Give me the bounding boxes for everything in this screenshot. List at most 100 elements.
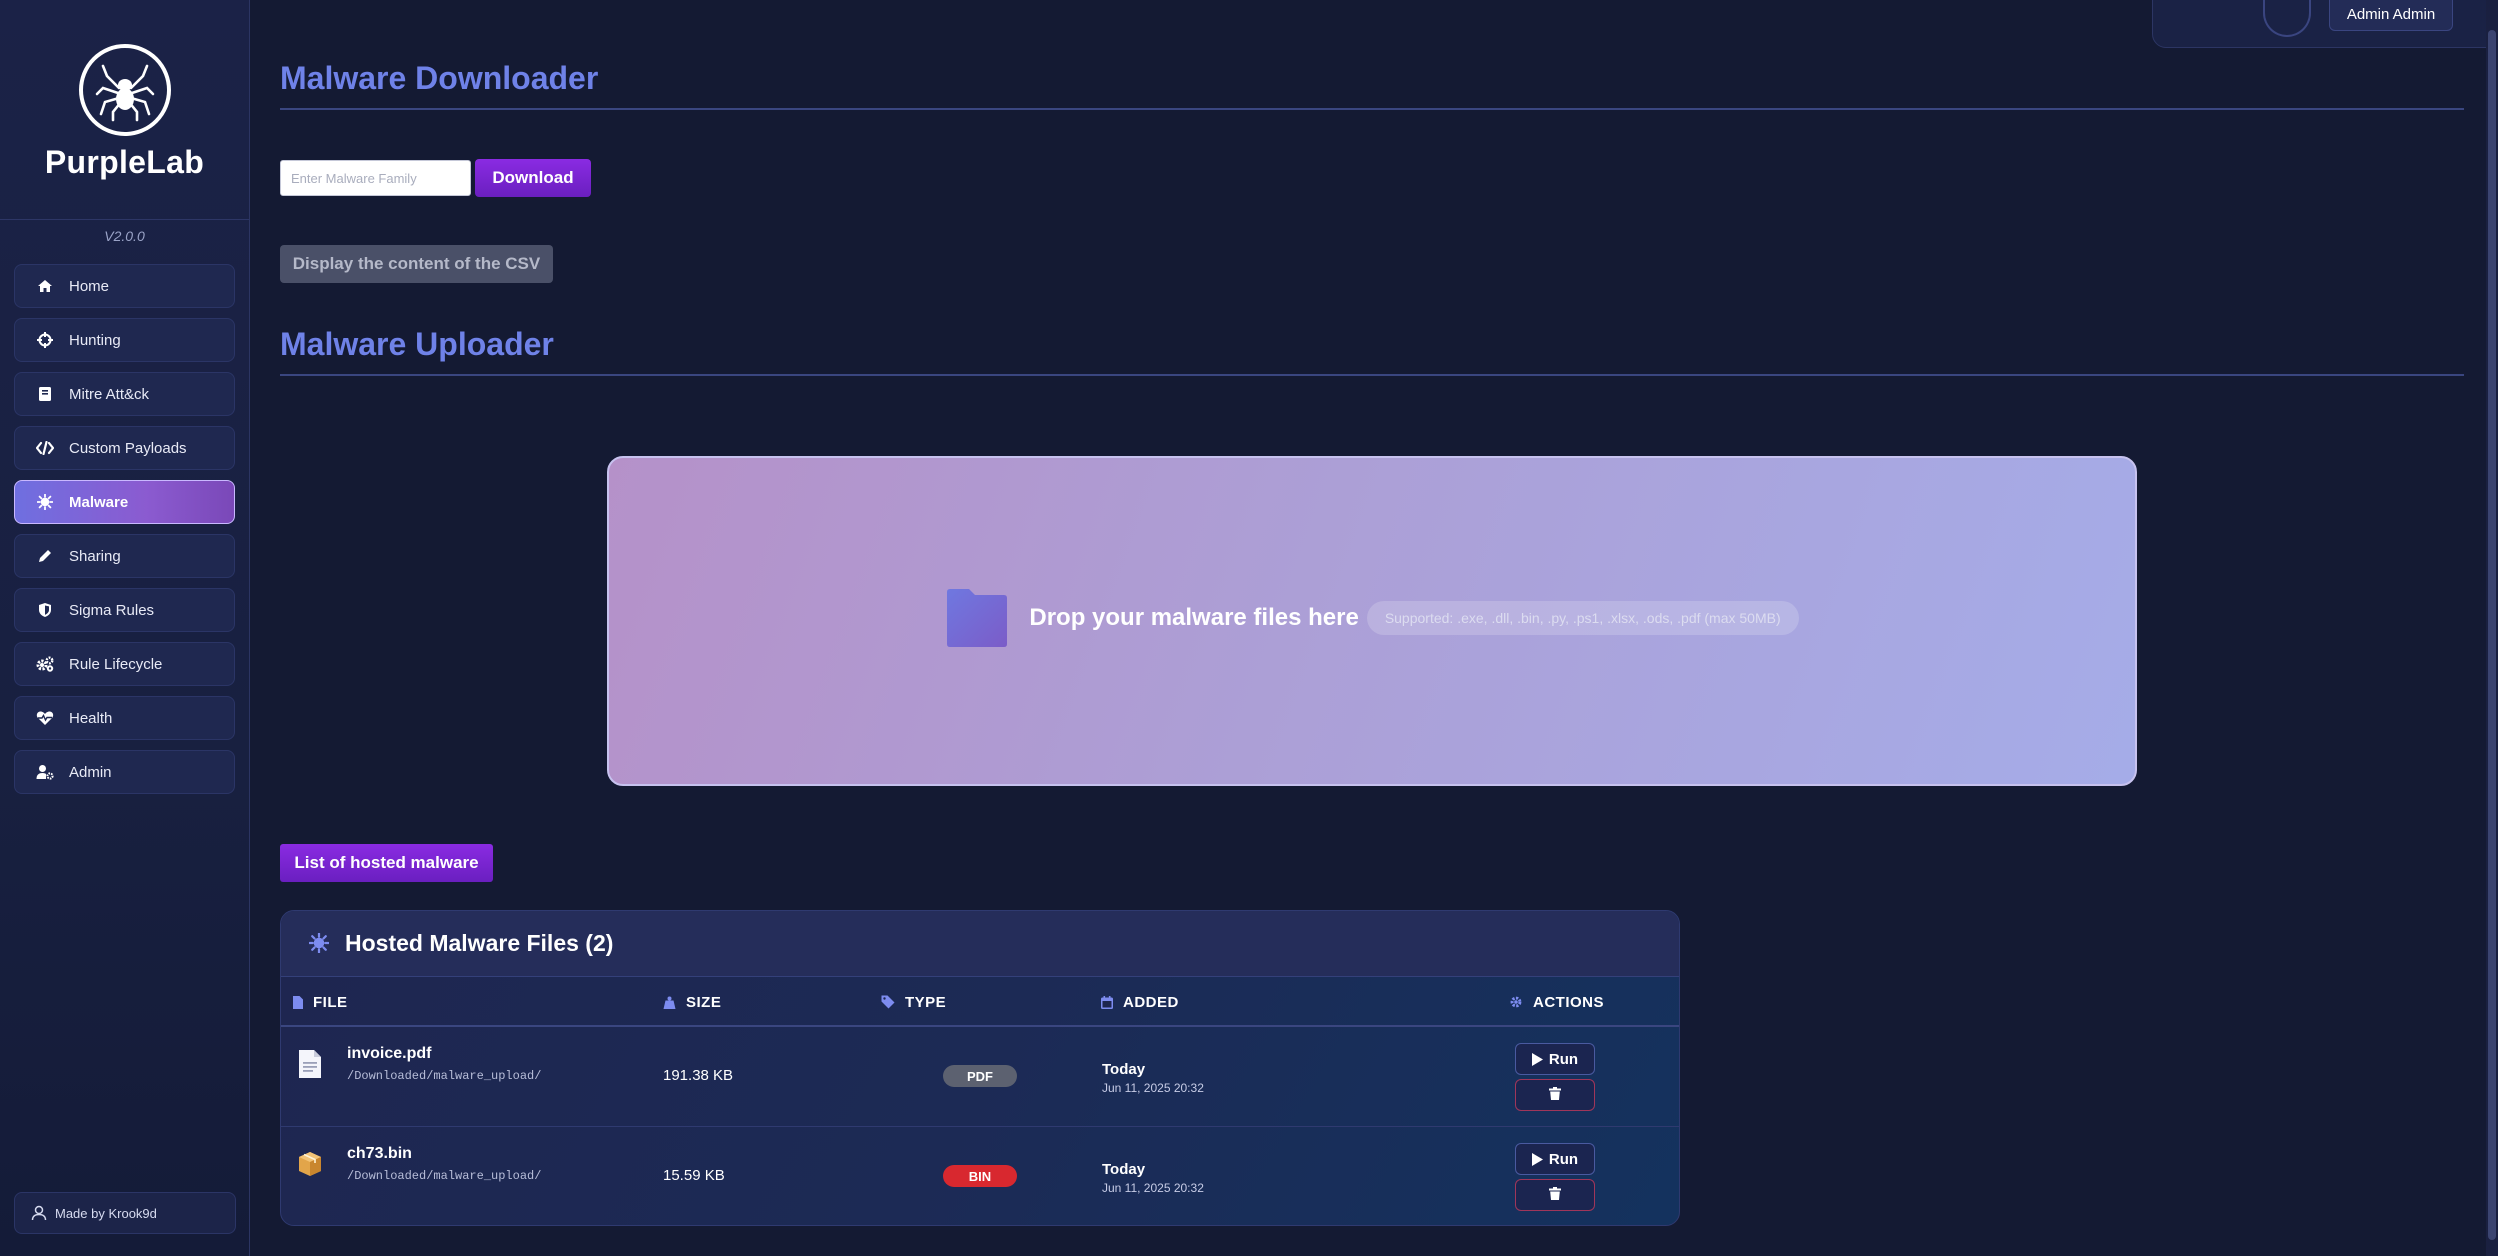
sidebar-item-malware[interactable]: Malware bbox=[14, 480, 235, 524]
type-badge: BIN bbox=[943, 1165, 1017, 1187]
tag-icon bbox=[881, 995, 895, 1009]
sidebar-item-label: Health bbox=[69, 709, 113, 727]
main-content: Malware Downloader Download Display the … bbox=[280, 0, 2464, 1256]
sidebar-nav: Home Hunting Mitre Att&ck Custom Payload… bbox=[0, 264, 249, 794]
run-button[interactable]: Run bbox=[1515, 1043, 1595, 1075]
sidebar-item-home[interactable]: Home bbox=[14, 264, 235, 308]
dropzone-text: Drop your malware files here bbox=[1029, 604, 1359, 631]
user-cog-icon bbox=[35, 762, 55, 782]
file-dropzone[interactable]: Drop your malware files here Supported: … bbox=[607, 456, 2137, 786]
made-by-footer: Made by Krook9d bbox=[14, 1192, 236, 1234]
malware-family-input[interactable] bbox=[280, 160, 471, 196]
sidebar-item-custom-payloads[interactable]: Custom Payloads bbox=[14, 426, 235, 470]
shield-icon bbox=[35, 600, 55, 620]
sidebar-item-rule-lifecycle[interactable]: Rule Lifecycle bbox=[14, 642, 235, 686]
table-row: ch73.bin /Downloaded/malware_upload/ 15.… bbox=[281, 1127, 1679, 1225]
column-type: TYPE bbox=[881, 977, 946, 1027]
heartbeat-icon bbox=[35, 708, 55, 728]
table-row: invoice.pdf /Downloaded/malware_upload/ … bbox=[281, 1027, 1679, 1127]
list-hosted-malware-button[interactable]: List of hosted malware bbox=[280, 844, 493, 882]
spider-logo-icon bbox=[78, 44, 171, 136]
sidebar: PurpleLab V2.0.0 Home Hunting Mitre Att&… bbox=[0, 0, 250, 1256]
user-outline-icon bbox=[31, 1205, 47, 1221]
sidebar-item-label: Admin bbox=[69, 763, 112, 781]
trash-icon bbox=[1549, 1087, 1561, 1103]
sidebar-item-sharing[interactable]: Sharing bbox=[14, 534, 235, 578]
type-badge: PDF bbox=[943, 1065, 1017, 1087]
delete-button[interactable] bbox=[1515, 1179, 1595, 1211]
column-label: ACTIONS bbox=[1533, 993, 1604, 1011]
column-file: FILE bbox=[293, 977, 348, 1027]
made-by-text: Made by Krook9d bbox=[55, 1205, 157, 1221]
sidebar-item-label: Sigma Rules bbox=[69, 601, 155, 619]
supported-formats-badge: Supported: .exe, .dll, .bin, .py, .ps1, … bbox=[1366, 601, 1799, 635]
run-button[interactable]: Run bbox=[1515, 1143, 1595, 1175]
package-icon bbox=[299, 1152, 321, 1176]
book-icon bbox=[35, 384, 55, 404]
card-header: Hosted Malware Files (2) bbox=[281, 911, 1679, 977]
pencil-icon bbox=[35, 546, 55, 566]
column-actions: ACTIONS bbox=[1509, 977, 1604, 1027]
crosshair-icon bbox=[35, 330, 55, 350]
scrollbar-thumb[interactable] bbox=[2488, 30, 2496, 1240]
trash-icon bbox=[1549, 1187, 1561, 1203]
downloader-title: Malware Downloader bbox=[280, 60, 599, 96]
sidebar-item-mitre[interactable]: Mitre Att&ck bbox=[14, 372, 235, 416]
column-label: TYPE bbox=[905, 993, 947, 1011]
scrollbar[interactable] bbox=[2486, 0, 2498, 1256]
column-label: SIZE bbox=[686, 993, 722, 1011]
download-button[interactable]: Download bbox=[475, 159, 591, 197]
weight-icon bbox=[663, 996, 676, 1009]
sidebar-item-label: Home bbox=[69, 277, 110, 295]
sidebar-item-label: Mitre Att&ck bbox=[69, 385, 150, 403]
sidebar-item-health[interactable]: Health bbox=[14, 696, 235, 740]
gear-icon bbox=[1509, 995, 1523, 1009]
file-path: /Downloaded/malware_upload/ bbox=[347, 1169, 542, 1183]
delete-button[interactable] bbox=[1515, 1079, 1595, 1111]
code-icon bbox=[35, 438, 55, 458]
added-date: Jun 11, 2025 20:32 bbox=[1102, 1181, 1204, 1195]
sidebar-item-label: Malware bbox=[69, 493, 129, 511]
column-size: SIZE bbox=[663, 977, 721, 1027]
sidebar-item-admin[interactable]: Admin bbox=[14, 750, 235, 794]
app-version: V2.0.0 bbox=[104, 228, 145, 244]
play-icon bbox=[1531, 1052, 1543, 1066]
sidebar-item-hunting[interactable]: Hunting bbox=[14, 318, 235, 362]
file-name: ch73.bin bbox=[347, 1145, 412, 1162]
calendar-icon bbox=[1101, 995, 1113, 1009]
column-label: FILE bbox=[313, 993, 348, 1011]
run-label: Run bbox=[1548, 1150, 1579, 1168]
display-csv-button[interactable]: Display the content of the CSV bbox=[280, 245, 553, 283]
hosted-malware-card: Hosted Malware Files (2) FILE SIZE TYPE … bbox=[280, 910, 1680, 1226]
folder-icon bbox=[947, 589, 1008, 647]
logo-area: PurpleLab bbox=[0, 0, 249, 220]
sidebar-item-label: Hunting bbox=[69, 331, 121, 349]
sidebar-item-label: Rule Lifecycle bbox=[69, 655, 163, 673]
file-name: invoice.pdf bbox=[347, 1045, 432, 1062]
column-added: ADDED bbox=[1101, 977, 1179, 1027]
virus-icon bbox=[35, 492, 55, 512]
file-size: 191.38 KB bbox=[663, 1067, 734, 1084]
file-path: /Downloaded/malware_upload/ bbox=[347, 1069, 542, 1083]
card-title: Hosted Malware Files (2) bbox=[345, 930, 614, 956]
virus-icon bbox=[309, 932, 331, 955]
file-size: 15.59 KB bbox=[663, 1167, 725, 1184]
added-label: Today bbox=[1102, 1061, 1146, 1078]
file-icon bbox=[293, 995, 303, 1009]
document-icon bbox=[299, 1050, 321, 1078]
app-name: PurpleLab bbox=[44, 144, 205, 180]
sidebar-item-sigma-rules[interactable]: Sigma Rules bbox=[14, 588, 235, 632]
divider bbox=[280, 374, 2464, 376]
home-icon bbox=[35, 276, 55, 296]
column-label: ADDED bbox=[1123, 993, 1179, 1011]
table-header: FILE SIZE TYPE ADDED ACTIONS bbox=[281, 977, 1679, 1027]
run-label: Run bbox=[1548, 1050, 1579, 1068]
sidebar-item-label: Custom Payloads bbox=[69, 439, 187, 457]
added-label: Today bbox=[1102, 1161, 1146, 1178]
cogs-icon bbox=[35, 654, 55, 674]
added-date: Jun 11, 2025 20:32 bbox=[1102, 1081, 1204, 1095]
play-icon bbox=[1531, 1152, 1543, 1166]
sidebar-item-label: Sharing bbox=[69, 547, 121, 565]
uploader-title: Malware Uploader bbox=[280, 326, 554, 362]
divider bbox=[280, 108, 2464, 110]
